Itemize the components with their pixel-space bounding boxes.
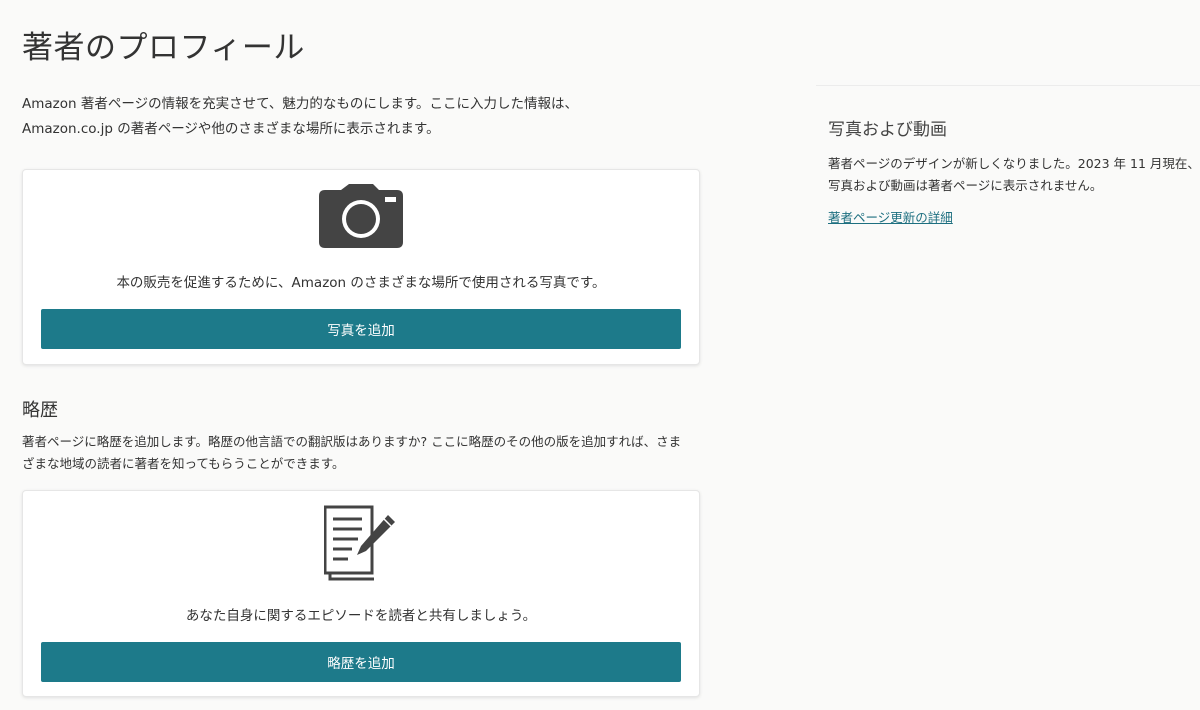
bio-desc-line-1: 著者ページに略歴を追加します。略歴の他言語での翻訳版はありますか? ここに略歴の… — [22, 434, 682, 449]
photo-card-description: 本の販売を促進するために、Amazon のさまざまな場所で使用される写真です。 — [116, 275, 606, 291]
bio-section-title: 略歴 — [22, 400, 58, 421]
bio-desc-line-2: ざまな地域の読者に著者を知ってもらうことができます。 — [22, 456, 345, 471]
intro-text: Amazon 著者ページの情報を充実させて、魅力的なものにします。ここに入力した… — [22, 92, 702, 142]
sidebar-desc-line-1: 著者ページのデザインが新しくなりました。2023 年 11 月現在、 — [828, 156, 1200, 171]
add-bio-button[interactable]: 略歴を追加 — [41, 642, 681, 682]
sidebar-divider — [816, 85, 1200, 86]
sidebar-description: 著者ページのデザインが新しくなりました。2023 年 11 月現在、 写真および… — [828, 153, 1200, 197]
page-title: 著者のプロフィール — [22, 30, 305, 66]
photo-card: 本の販売を促進するために、Amazon のさまざまな場所で使用される写真です。 … — [22, 169, 700, 365]
camera-icon — [319, 184, 403, 248]
intro-line-2: Amazon.co.jp の著者ページや他のさまざまな場所に表示されます。 — [22, 121, 440, 137]
sidebar-desc-line-2: 写真および動画は著者ページに表示されません。 — [828, 178, 1103, 193]
bio-card-description: あなた自身に関するエピソードを読者と共有しましょう。 — [185, 608, 537, 624]
sidebar-title: 写真および動画 — [828, 120, 947, 140]
document-pen-icon — [323, 505, 395, 581]
author-page-update-link[interactable]: 著者ページ更新の詳細 — [828, 207, 953, 226]
author-profile-page: 著者のプロフィール Amazon 著者ページの情報を充実させて、魅力的なものにし… — [0, 0, 1200, 710]
add-photo-button[interactable]: 写真を追加 — [41, 309, 681, 349]
bio-section-description: 著者ページに略歴を追加します。略歴の他言語での翻訳版はありますか? ここに略歴の… — [22, 431, 702, 475]
bio-card: あなた自身に関するエピソードを読者と共有しましょう。 略歴を追加 — [22, 490, 700, 697]
intro-line-1: Amazon 著者ページの情報を充実させて、魅力的なものにします。ここに入力した… — [22, 96, 579, 112]
